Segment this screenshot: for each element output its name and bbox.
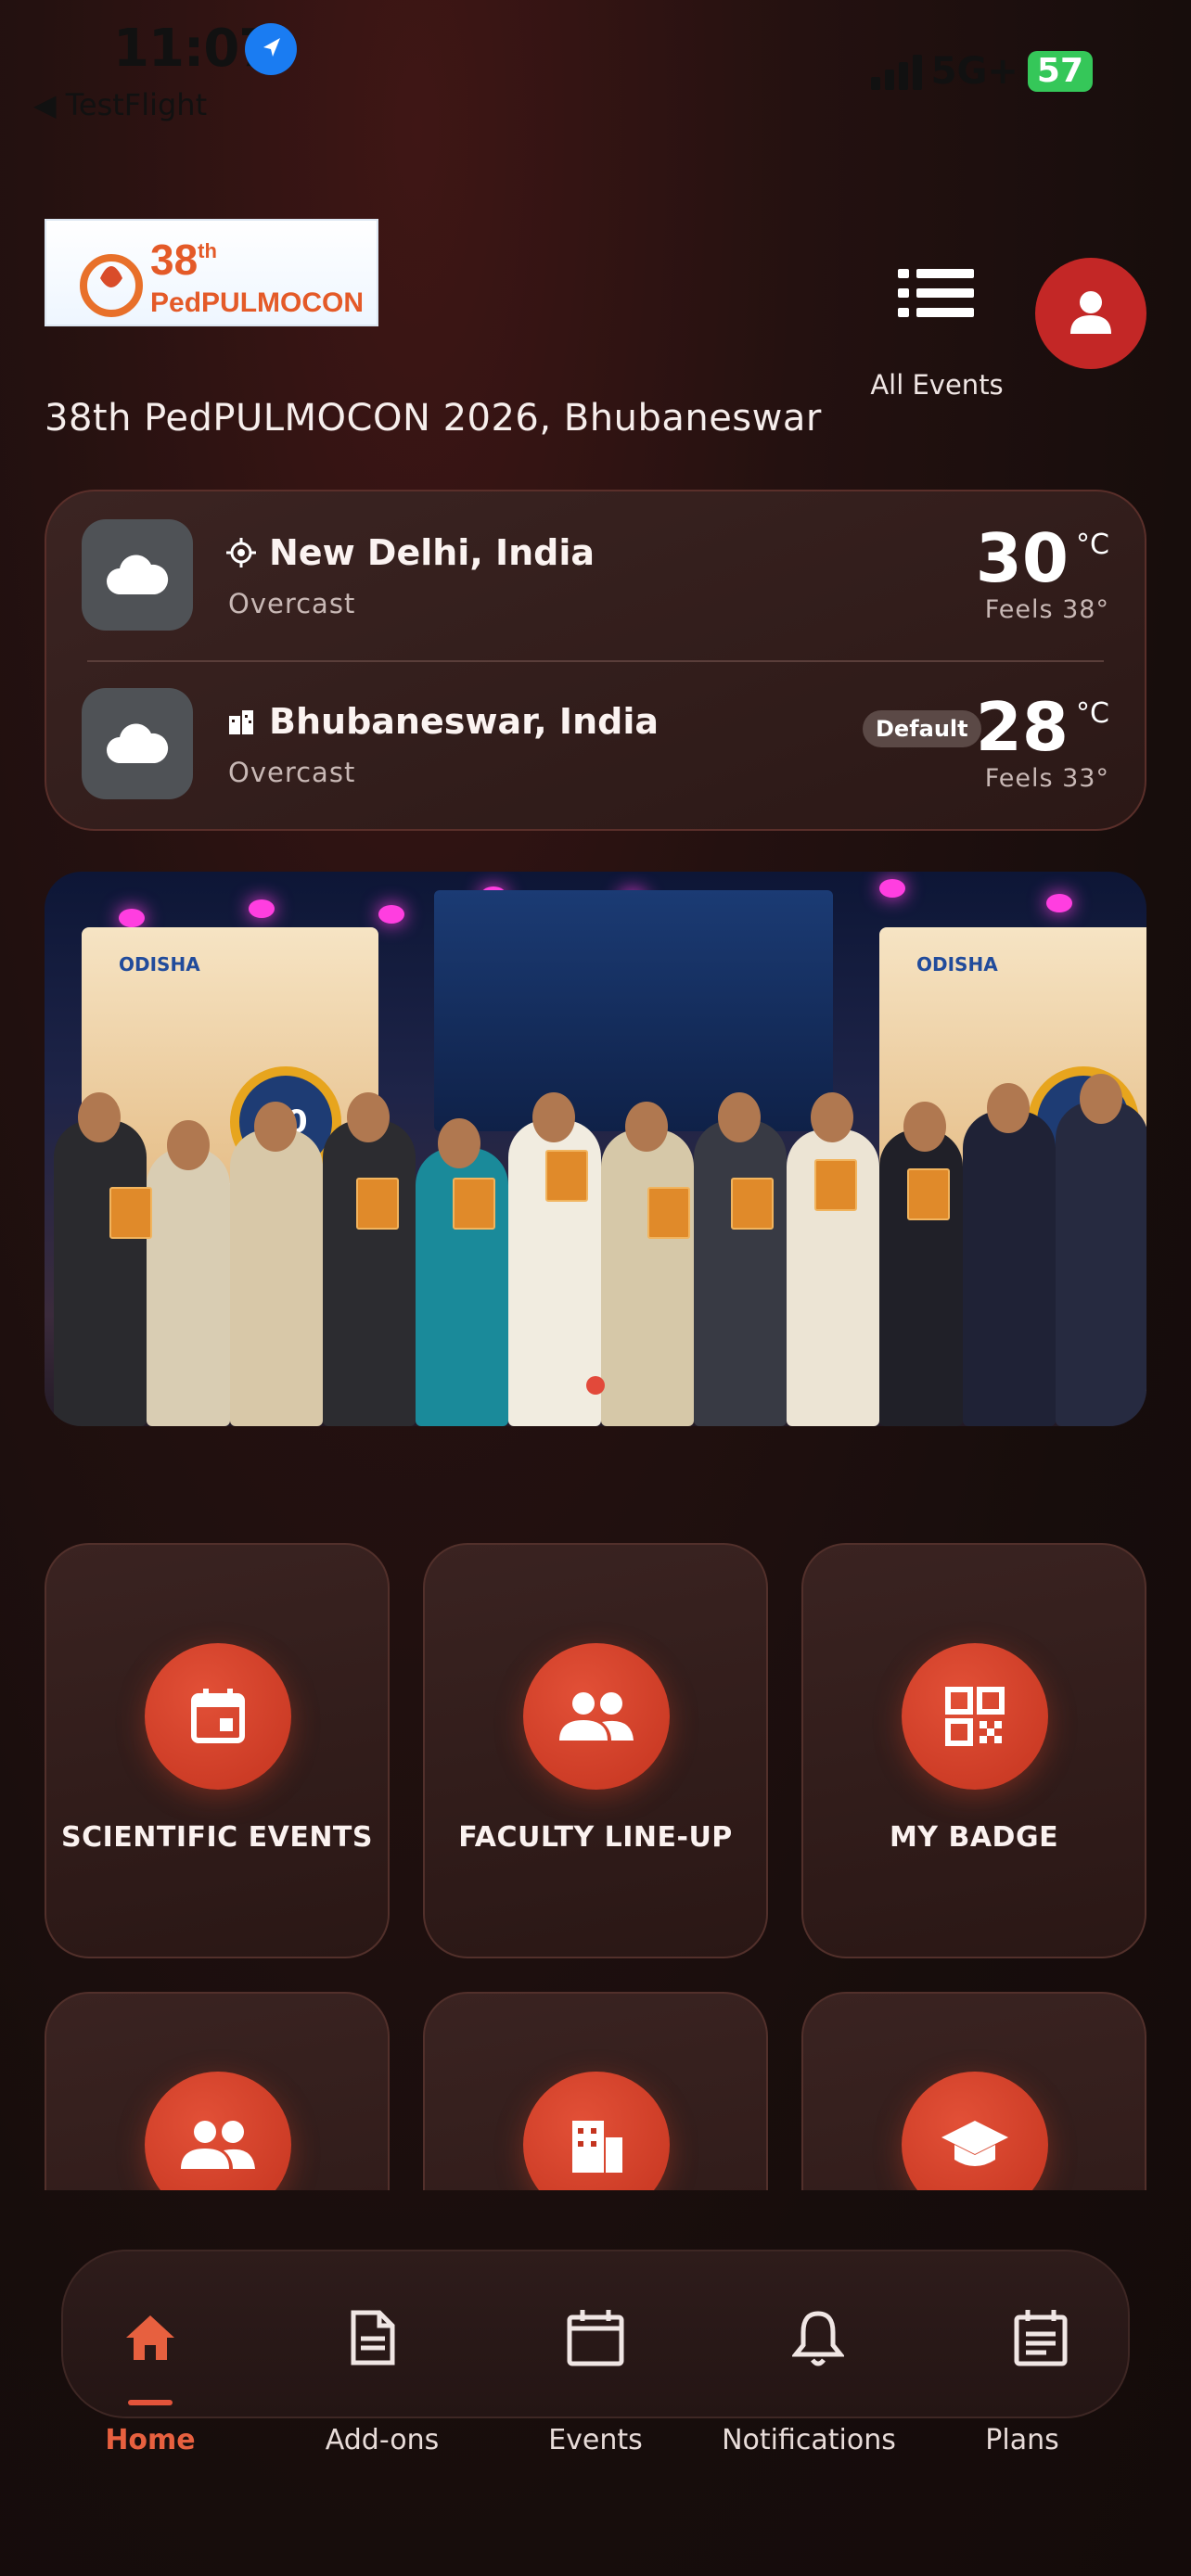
- event-photo-carousel[interactable]: ODISHA 40 odisha ODISHA 40 odisha: [45, 872, 1146, 1426]
- people-icon: [559, 1692, 634, 1741]
- weather-city-name: Bhubaneswar, India: [269, 701, 659, 742]
- document-icon: [351, 2310, 395, 2366]
- qr-code-icon: [945, 1687, 1005, 1746]
- weather-city: New Delhi, India: [226, 532, 595, 573]
- weather-unit: °C: [1076, 529, 1109, 561]
- nav-label-plans[interactable]: Plans: [920, 2424, 1124, 2456]
- nav-add-ons[interactable]: [280, 2305, 466, 2370]
- svg-text:38th: 38th: [150, 236, 217, 284]
- nav-label-add-ons[interactable]: Add-ons: [280, 2424, 484, 2456]
- nav-label-events[interactable]: Events: [493, 2424, 698, 2456]
- tile-group[interactable]: [45, 1992, 390, 2190]
- weather-row[interactable]: Bhubaneswar, India Default Overcast 28 °…: [46, 660, 1145, 829]
- weather-condition: Overcast: [228, 757, 356, 788]
- svg-text:PedPULMOCON: PedPULMOCON: [150, 287, 364, 318]
- page-title: 38th PedPULMOCON 2026, Bhubaneswar: [45, 397, 822, 440]
- weather-feels-like: Feels 38°: [984, 595, 1109, 624]
- weather-card[interactable]: New Delhi, India Overcast 30 °C Feels 38…: [45, 490, 1146, 831]
- tile-label: FACULTY LINE-UP: [458, 1821, 733, 1854]
- weather-unit: °C: [1076, 697, 1109, 730]
- carousel-page-indicator[interactable]: [586, 1376, 605, 1395]
- tile-label: SCIENTIFIC EVENTS: [60, 1821, 373, 1854]
- weather-row[interactable]: New Delhi, India Overcast 30 °C Feels 38…: [46, 491, 1145, 660]
- battery-indicator: 57: [1027, 51, 1093, 92]
- graduation-cap-icon: [941, 2121, 1008, 2166]
- tile-label: MY BADGE: [889, 1821, 1059, 1854]
- bell-icon: [792, 2311, 844, 2366]
- user-icon: [1070, 291, 1111, 334]
- weather-city: Bhubaneswar, India: [226, 701, 659, 742]
- tile-scientific-events[interactable]: SCIENTIFIC EVENTS: [45, 1543, 390, 1958]
- nav-notifications[interactable]: [725, 2305, 911, 2370]
- tile-my-badge[interactable]: MY BADGE: [801, 1543, 1146, 1958]
- feature-grid: SCIENTIFIC EVENTS FACULTY LINE-UP MY BAD…: [0, 1521, 1191, 2190]
- tile-education[interactable]: [801, 1992, 1146, 2190]
- calendar-icon: [191, 1689, 245, 1743]
- city-buildings-icon: [229, 710, 253, 734]
- default-badge: Default: [863, 710, 981, 747]
- all-events-list-icon[interactable]: [898, 269, 974, 317]
- signal-icon: [870, 53, 922, 90]
- weather-temperature: 28: [975, 688, 1069, 766]
- status-indicators: 5G+ 57: [870, 50, 1093, 93]
- group-icon: [181, 2121, 255, 2169]
- weather-condition: Overcast: [228, 588, 356, 619]
- nav-events[interactable]: [503, 2305, 688, 2370]
- weather-temperature: 30: [975, 519, 1069, 597]
- nav-home[interactable]: [58, 2305, 243, 2370]
- nav-plans[interactable]: [948, 2305, 1133, 2370]
- profile-avatar-button[interactable]: [1035, 258, 1146, 369]
- weather-city-name: New Delhi, India: [269, 532, 596, 573]
- event-logo[interactable]: 38th PedPULMOCON: [45, 219, 378, 326]
- home-icon: [126, 2315, 174, 2360]
- weather-feels-like: Feels 33°: [984, 764, 1109, 793]
- plans-icon: [1014, 2310, 1068, 2366]
- network-type: 5G+: [930, 50, 1018, 93]
- building-icon: [572, 2121, 622, 2173]
- stage-screen: [434, 890, 833, 1131]
- all-events-label[interactable]: All Events: [853, 369, 1020, 401]
- nav-label-notifications[interactable]: Notifications: [707, 2424, 911, 2456]
- cloud-icon: [82, 688, 193, 799]
- tile-faculty-line-up[interactable]: FACULTY LINE-UP: [423, 1543, 768, 1958]
- location-arrow-icon: [245, 23, 297, 75]
- calendar-icon: [567, 2310, 624, 2366]
- cloud-icon: [82, 519, 193, 631]
- nav-active-indicator: [128, 2400, 173, 2405]
- back-to-app-link[interactable]: ◀ TestFlight: [33, 87, 207, 122]
- current-location-icon: [226, 538, 256, 567]
- tile-building[interactable]: [423, 1992, 768, 2190]
- nav-label-home[interactable]: Home: [48, 2424, 252, 2456]
